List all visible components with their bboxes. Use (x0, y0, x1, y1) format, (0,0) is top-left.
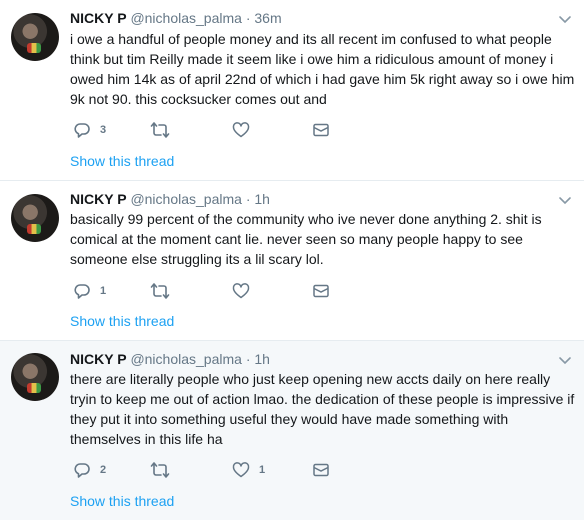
like-button[interactable] (232, 281, 259, 301)
display-name[interactable]: NICKY P (70, 191, 127, 207)
tweet[interactable]: NICKY P @nicholas_palma · 1h there are l… (0, 341, 584, 520)
show-thread-link[interactable]: Show this thread (70, 491, 174, 511)
user-handle[interactable]: @nicholas_palma (130, 10, 242, 26)
avatar[interactable] (11, 353, 59, 401)
direct-message-button[interactable] (312, 281, 330, 301)
reply-icon (74, 284, 90, 299)
display-name[interactable]: NICKY P (70, 10, 127, 26)
user-handle[interactable]: @nicholas_palma (130, 191, 242, 207)
heart-icon (232, 283, 250, 299)
direct-message-button[interactable] (312, 120, 330, 140)
timestamp[interactable]: 1h (254, 351, 270, 367)
avatar[interactable] (11, 13, 59, 61)
chevron-down-icon[interactable] (558, 353, 572, 367)
chevron-down-icon[interactable] (558, 193, 572, 207)
avatar[interactable] (11, 194, 59, 242)
reply-button[interactable]: 3 (73, 120, 106, 140)
avatar-image (27, 43, 41, 53)
avatar-image (27, 383, 41, 393)
tweet-text: i owe a handful of people money and its … (70, 31, 575, 107)
envelope-icon (313, 123, 329, 137)
reply-count: 1 (100, 285, 107, 297)
display-name[interactable]: NICKY P (70, 351, 127, 367)
show-thread-link[interactable]: Show this thread (70, 311, 174, 331)
retweet-button[interactable] (150, 460, 170, 480)
tweet-actions: 2 1 (70, 460, 370, 480)
tweet-header: NICKY P @nicholas_palma · 1h (70, 189, 270, 209)
reply-count: 2 (100, 464, 107, 476)
reply-icon (74, 463, 90, 478)
timestamp[interactable]: 36m (254, 10, 281, 26)
separator-dot: · (245, 351, 251, 367)
reply-icon (74, 123, 90, 138)
user-handle[interactable]: @nicholas_palma (130, 351, 242, 367)
retweet-icon (150, 122, 170, 138)
direct-message-button[interactable] (312, 460, 330, 480)
like-button[interactable] (232, 120, 259, 140)
avatar-image (27, 224, 41, 234)
envelope-icon (313, 284, 329, 298)
retweet-icon (150, 283, 170, 299)
tweet-header: NICKY P @nicholas_palma · 36m (70, 8, 282, 28)
reply-button[interactable]: 1 (73, 281, 106, 301)
tweet[interactable]: NICKY P @nicholas_palma · 1h basically 9… (0, 181, 584, 341)
tweet[interactable]: NICKY P @nicholas_palma · 36m i owe a ha… (0, 0, 584, 181)
retweet-button[interactable] (150, 281, 170, 301)
retweet-icon (150, 462, 170, 478)
heart-icon (232, 462, 250, 478)
reply-count: 3 (100, 124, 107, 136)
timestamp[interactable]: 1h (254, 191, 270, 207)
tweet-actions: 3 (70, 120, 370, 140)
reply-button[interactable]: 2 (73, 460, 106, 480)
separator-dot: · (245, 10, 251, 26)
retweet-button[interactable] (150, 120, 170, 140)
tweet-text: basically 99 percent of the community wh… (70, 211, 542, 267)
separator-dot: · (245, 191, 251, 207)
show-thread-link[interactable]: Show this thread (70, 151, 174, 171)
like-count: 1 (259, 464, 266, 476)
envelope-icon (313, 463, 329, 477)
tweet-header: NICKY P @nicholas_palma · 1h (70, 349, 270, 369)
tweet-text: there are literally people who just keep… (70, 371, 575, 447)
like-button[interactable]: 1 (232, 460, 265, 480)
chevron-down-icon[interactable] (558, 12, 572, 26)
tweet-actions: 1 (70, 281, 370, 301)
heart-icon (232, 122, 250, 138)
